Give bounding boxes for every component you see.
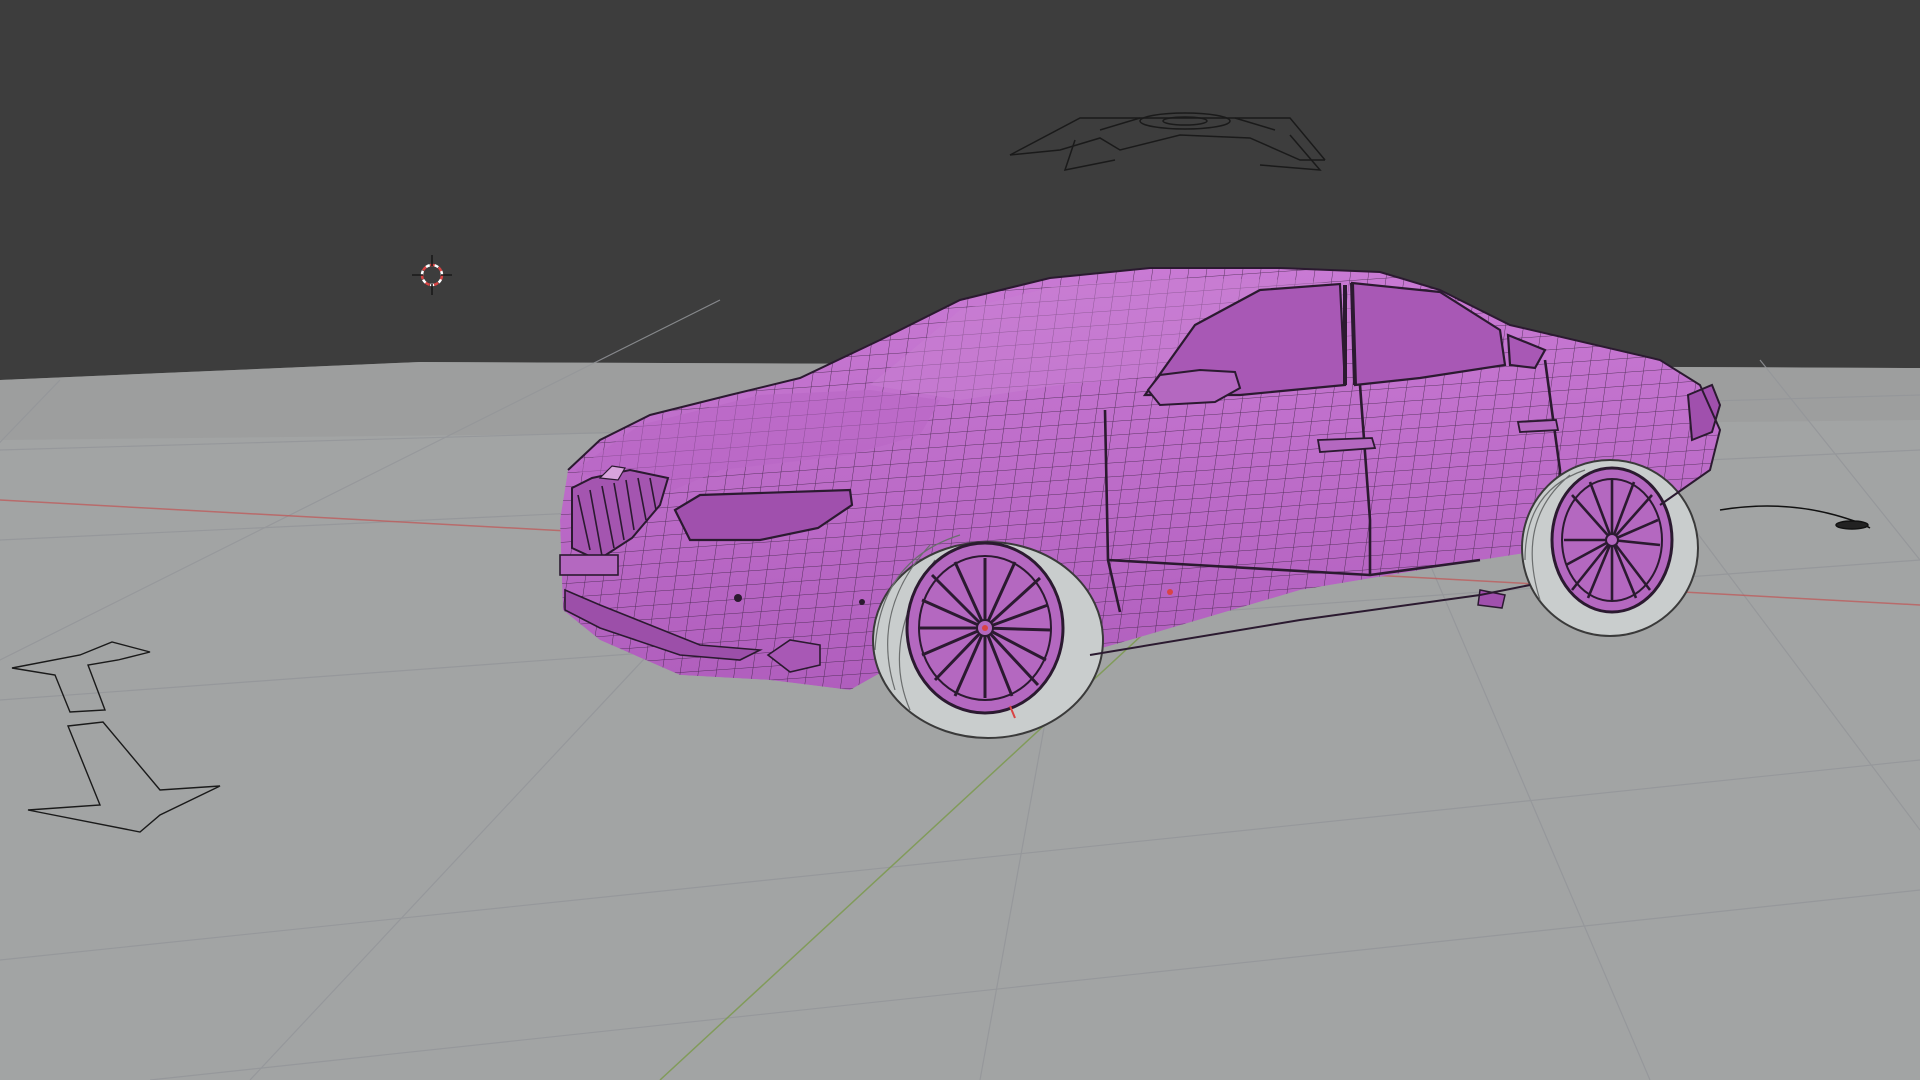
viewport-scene[interactable] (0, 0, 1920, 1080)
car-vertex-marker (1167, 589, 1173, 595)
car-side-dot (859, 599, 865, 605)
car-front-dot (734, 594, 742, 602)
car-rear-wheel (1521, 459, 1699, 637)
3d-viewport[interactable] (0, 0, 1920, 1080)
